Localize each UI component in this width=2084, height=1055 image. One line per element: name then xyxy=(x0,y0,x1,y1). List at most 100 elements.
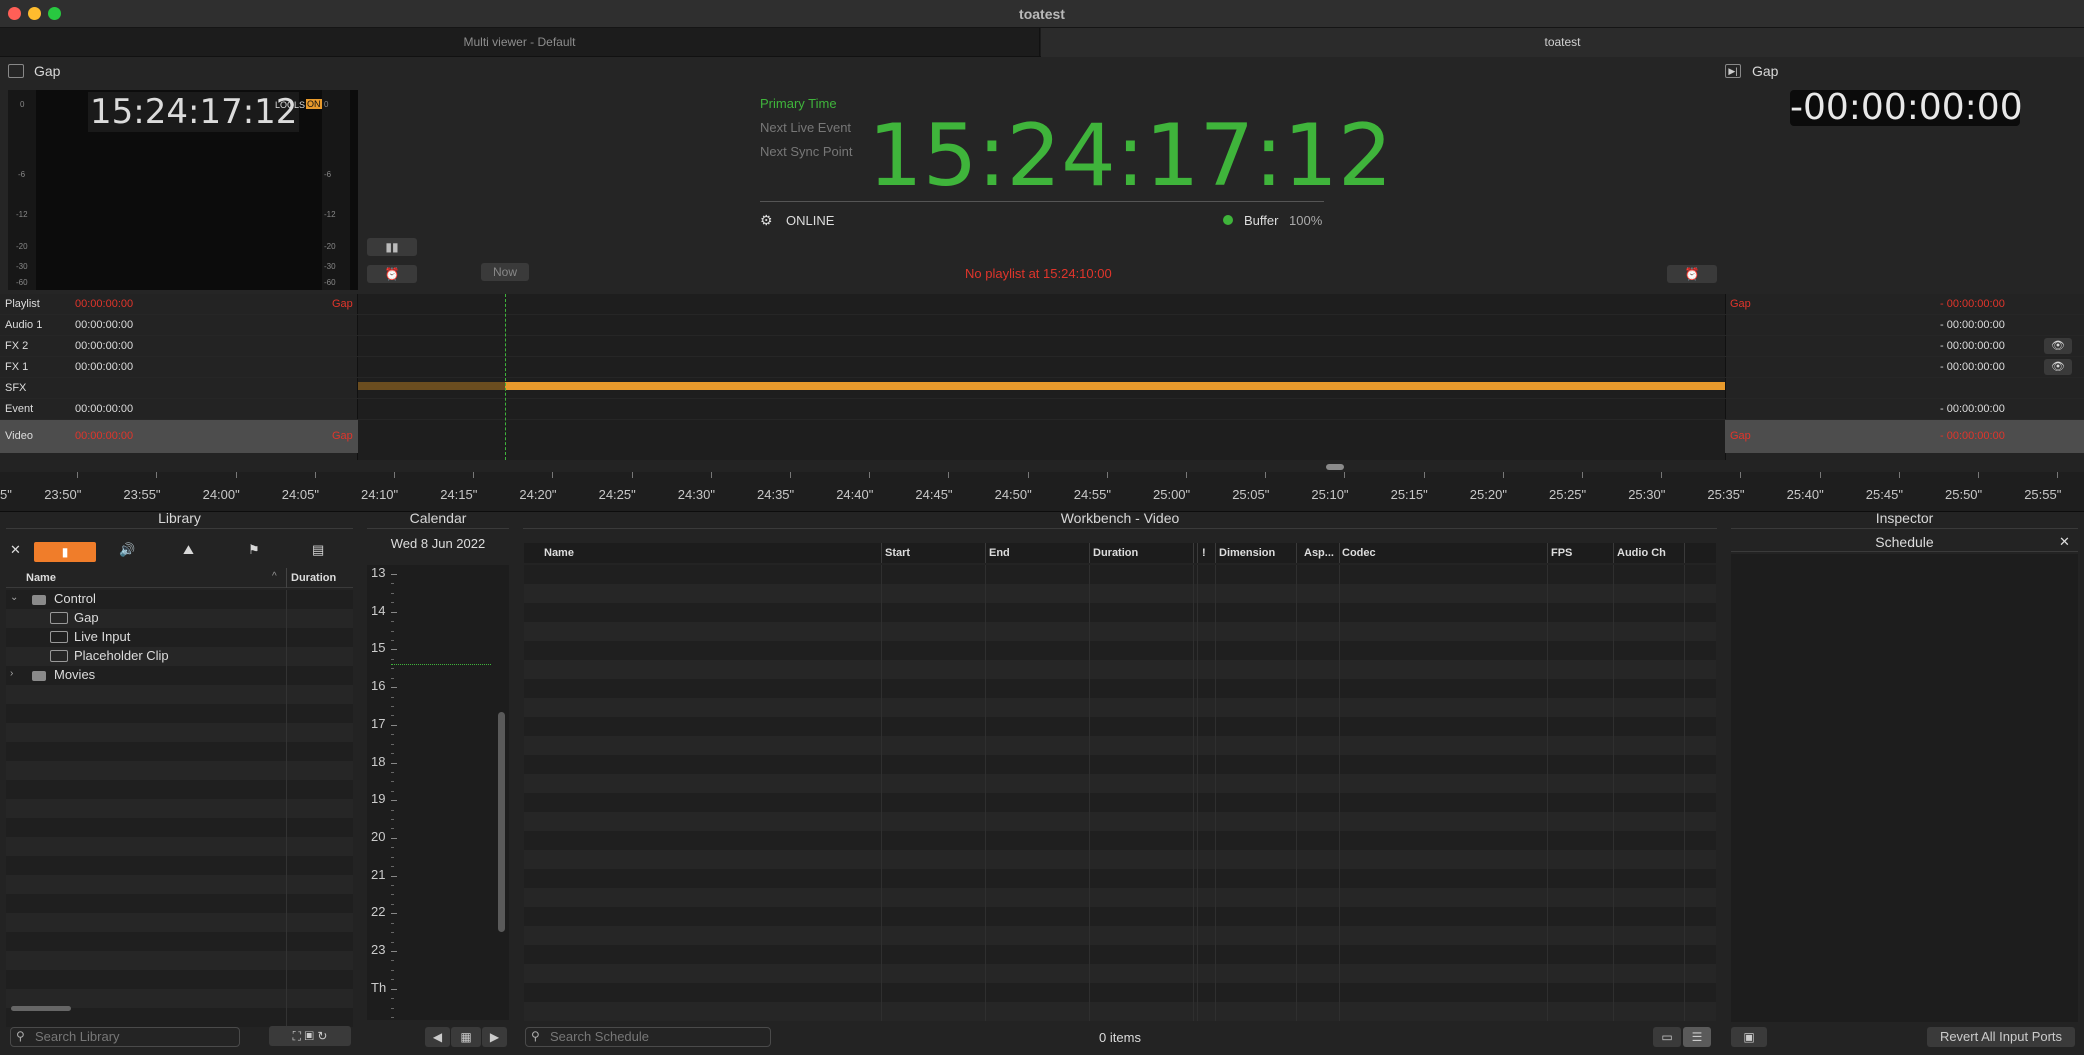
workbench-row-bg xyxy=(524,793,1716,812)
calendar-quarter-tick xyxy=(391,734,394,736)
calendar-hour-tick xyxy=(391,837,397,839)
calendar-quarter-tick xyxy=(391,932,394,934)
workbench-row-bg xyxy=(524,755,1716,774)
ruler-tick-label: 24:15" xyxy=(440,487,478,502)
sfx-clip-bar[interactable] xyxy=(505,382,1725,390)
list-view-button[interactable]: ☰ xyxy=(1683,1027,1711,1047)
ruler-tick-label: 24:45" xyxy=(915,487,953,502)
library-item[interactable]: Live Input xyxy=(6,628,286,647)
ruler-tick-label: 24:10" xyxy=(361,487,399,502)
workbench-column-header-cell[interactable]: Start xyxy=(885,547,910,559)
inspector-header: Schedule ✕ xyxy=(1731,532,2078,552)
tab-toatest[interactable]: toatest xyxy=(1041,28,2084,57)
library-row-bg xyxy=(6,761,353,780)
chevron-down-icon[interactable]: ⌄ xyxy=(10,592,18,603)
ruler-tick-label: 25:45" xyxy=(1865,487,1903,502)
timeline-tracks: Playlist 00:00:00:00 Gap Gap - 00:00:00:… xyxy=(0,294,2084,460)
revert-all-input-ports-button[interactable]: Revert All Input Ports xyxy=(1927,1027,2075,1047)
track-row-fx-1[interactable]: FX 1 00:00:00:00 - 00:00:00:00 👁 xyxy=(0,357,2084,378)
single-view-button[interactable]: ▭ xyxy=(1653,1027,1681,1047)
calendar-hour-tick xyxy=(391,611,397,613)
tab-multi-viewer[interactable]: Multi viewer - Default xyxy=(0,28,1040,57)
right-alarm-button[interactable]: ⏰ xyxy=(1667,265,1717,283)
now-button[interactable]: Now xyxy=(481,263,529,281)
library-tab-images[interactable]: ⛰ xyxy=(183,542,194,558)
workbench-column-header-cell[interactable]: ! xyxy=(1202,547,1206,559)
workbench-column-header-cell[interactable]: Codec xyxy=(1342,547,1376,559)
track-row-playlist[interactable]: Playlist 00:00:00:00 Gap Gap - 00:00:00:… xyxy=(0,294,2084,315)
library-item[interactable]: Placeholder Clip xyxy=(6,647,286,666)
library-item[interactable]: › Movies xyxy=(6,666,286,685)
eye-icon[interactable]: 👁 xyxy=(2044,359,2072,375)
workbench-column-header-cell[interactable]: Audio Ch xyxy=(1617,547,1666,559)
workbench-row-bg xyxy=(524,641,1716,660)
track-row-sfx[interactable]: SFX xyxy=(0,378,2084,399)
track-row-video[interactable]: Video 00:00:00:00 Gap Gap - 00:00:00:00 xyxy=(0,420,2084,453)
next-sync-point-label[interactable]: Next Sync Point xyxy=(760,144,853,159)
library-scrollbar[interactable] xyxy=(11,1006,71,1011)
calendar-prev-button[interactable]: ◀ xyxy=(425,1027,450,1047)
workbench-row-bg xyxy=(524,869,1716,888)
player-window-icon[interactable] xyxy=(8,64,24,78)
close-icon[interactable]: ✕ xyxy=(2059,534,2070,550)
track-row-audio-1[interactable]: Audio 1 00:00:00:00 - 00:00:00:00 xyxy=(0,315,2084,336)
gear-icon[interactable]: ⚙ xyxy=(760,212,773,229)
calendar-icon: ▤ xyxy=(312,542,325,557)
workbench-column-header-cell[interactable]: End xyxy=(989,547,1010,559)
library-item[interactable]: ⌄ Control xyxy=(6,590,286,609)
calendar-quarter-tick xyxy=(391,998,394,1000)
library-row-bg xyxy=(6,723,353,742)
preview-timecode: 15:24:17:12 xyxy=(88,92,300,132)
track-row-event[interactable]: Event 00:00:00:00 - 00:00:00:00 xyxy=(0,399,2084,420)
workbench-column-header-cell[interactable]: FPS xyxy=(1551,547,1572,559)
calendar-hour-tick xyxy=(391,724,397,726)
workbench-row-bg xyxy=(524,622,1716,641)
calendar-quarter-tick xyxy=(391,753,394,755)
primary-time-label[interactable]: Primary Time xyxy=(760,96,837,111)
sfx-past-bar xyxy=(358,382,505,390)
library-item-label: Movies xyxy=(54,667,96,682)
workbench-column-header-cell[interactable]: Duration xyxy=(1093,547,1138,559)
ruler-tick-label: 25:15" xyxy=(1390,487,1428,502)
meters-toggle-button[interactable]: ▮▮ xyxy=(367,238,417,256)
calendar-next-button[interactable]: ▶ xyxy=(482,1027,507,1047)
ruler-tick-mark xyxy=(1423,472,1425,478)
splitter-handle[interactable] xyxy=(1326,464,1344,470)
calendar-date[interactable]: Wed 8 Jun 2022 xyxy=(367,536,509,551)
library-tab-events[interactable]: ⚑ xyxy=(248,542,260,558)
library-search-input[interactable]: Search Library xyxy=(10,1027,240,1047)
close-icon[interactable]: ✕ xyxy=(10,542,21,558)
workbench-column-header-cell[interactable]: Name xyxy=(544,547,574,559)
library-tab-calendar[interactable]: ▤ xyxy=(312,542,324,558)
window-tab-bar: Multi viewer - Default toatest xyxy=(0,28,2084,57)
ruler-tick-mark xyxy=(156,472,158,478)
col-name[interactable]: Name xyxy=(26,572,56,584)
calendar-today-button[interactable]: ▦ xyxy=(451,1027,481,1047)
library-view-buttons[interactable]: ⛶ ▣ ↻ xyxy=(269,1026,351,1046)
workbench-column-header-cell[interactable]: Asp... xyxy=(1304,547,1334,559)
calendar-quarter-tick xyxy=(391,979,394,981)
workbench-column-header-cell[interactable]: Dimension xyxy=(1219,547,1275,559)
right-audio-meter: 0 -6 -12 -20 -30 -60 xyxy=(322,90,350,290)
col-duration[interactable]: Duration xyxy=(291,572,336,584)
left-alarm-button[interactable]: ⏰ xyxy=(367,265,417,283)
ruler-tick-mark xyxy=(1661,472,1663,478)
inspector-image-button[interactable]: ▣ xyxy=(1731,1027,1767,1047)
play-next-icon[interactable]: ▶| xyxy=(1725,64,1741,78)
track-row-fx-2[interactable]: FX 2 00:00:00:00 - 00:00:00:00 👁 xyxy=(0,336,2084,357)
eye-icon[interactable]: 👁 xyxy=(2044,338,2072,354)
calendar-quarter-tick xyxy=(391,847,394,849)
calendar-scrollbar[interactable] xyxy=(498,712,505,932)
time-ruler[interactable]: 5" 23:50" 23:55" 24:00" 24:05" 24:10" 24:15" 24… xyxy=(0,472,2084,512)
ruler-tick-label: 25:30" xyxy=(1628,487,1666,502)
playhead-line[interactable] xyxy=(505,294,506,460)
library-item[interactable]: Gap xyxy=(6,609,286,628)
library-tab-audio[interactable]: 🔊 xyxy=(119,542,135,558)
next-live-event-label[interactable]: Next Live Event xyxy=(760,120,851,135)
library-title: Library xyxy=(6,509,353,529)
calendar-grid-icon: ▦ xyxy=(460,1030,472,1044)
library-tab-video[interactable]: ▮ xyxy=(34,542,96,562)
library-row-bg xyxy=(6,742,353,761)
calendar-day-view[interactable]: 13 14 15 16 17 18 19 20 21 22 23 Th xyxy=(367,565,509,1020)
chevron-right-icon[interactable]: › xyxy=(10,668,13,679)
